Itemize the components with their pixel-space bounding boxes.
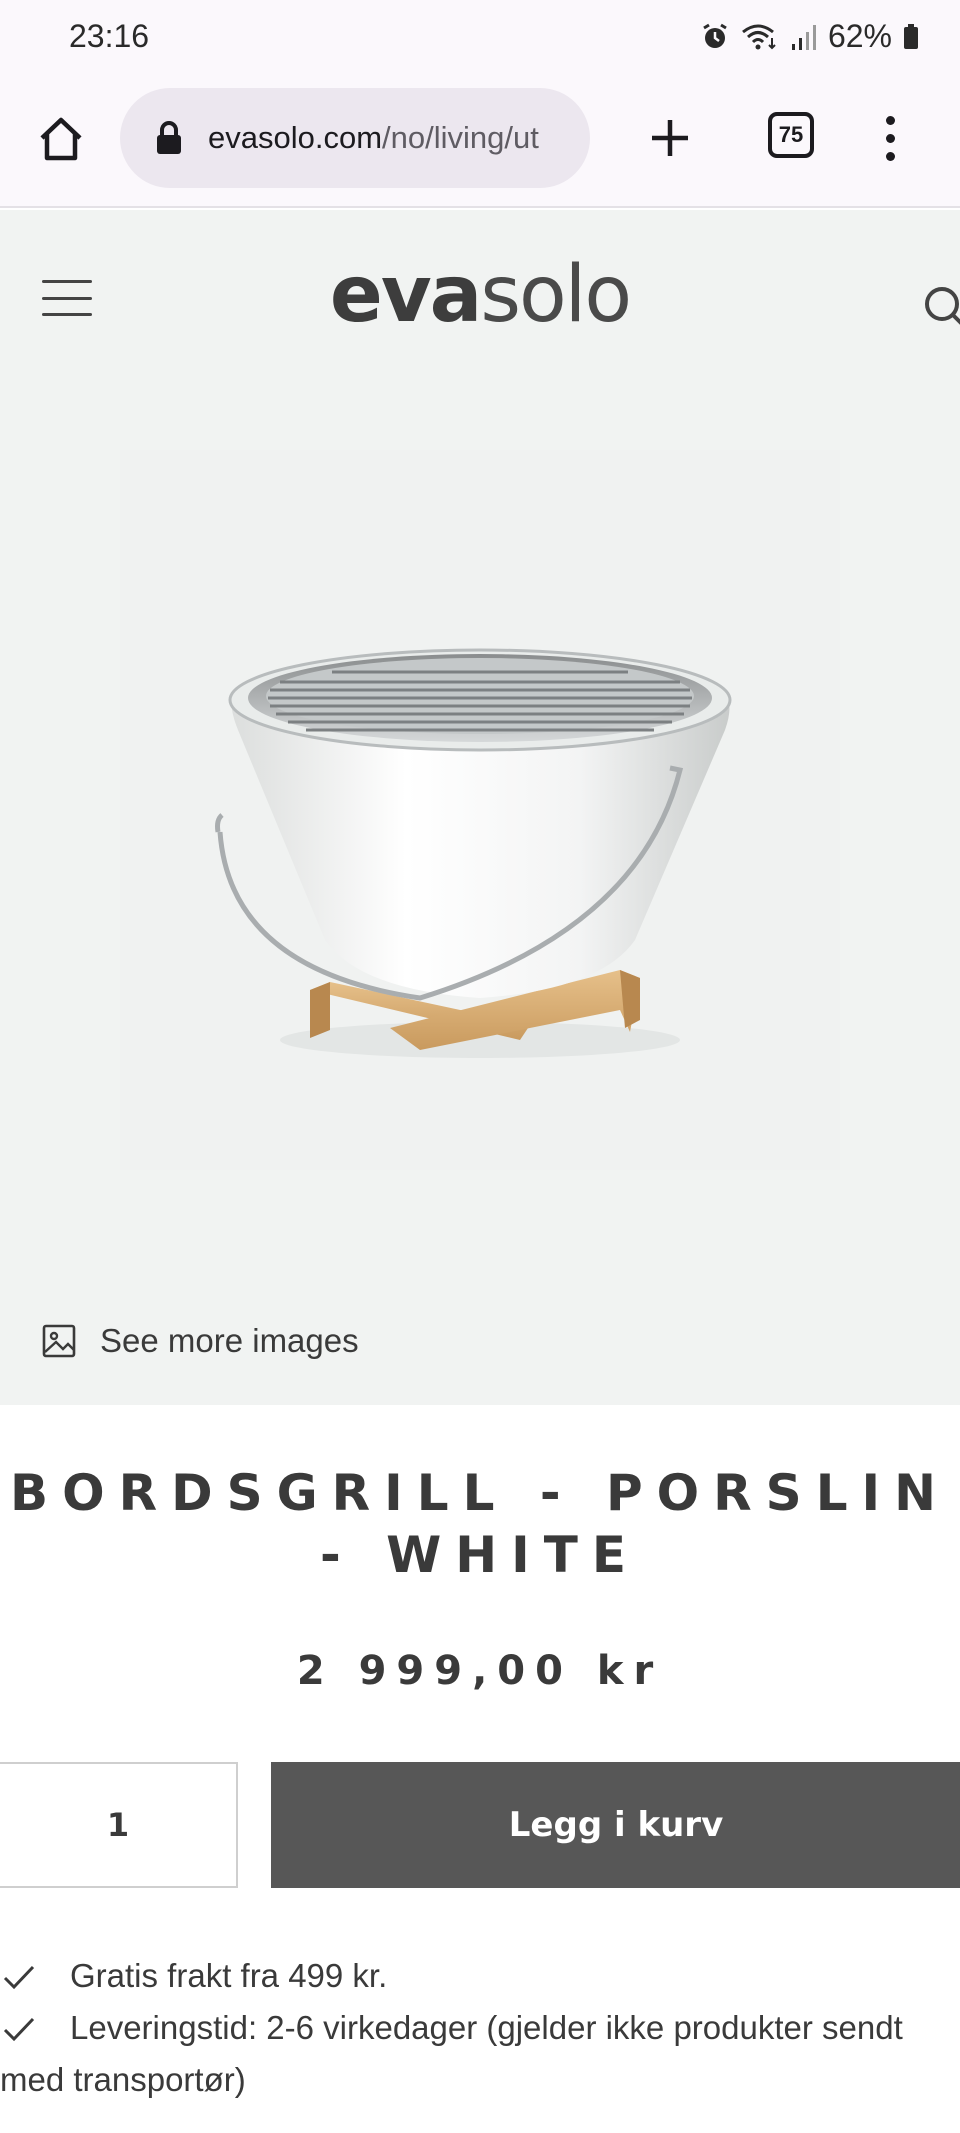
address-bar[interactable]: evasolo.com/no/living/ut <box>120 88 590 188</box>
status-icons: 62% <box>700 18 920 55</box>
battery-percent: 62% <box>827 18 892 54</box>
status-time: 23:16 <box>69 18 150 54</box>
product-title-line2: - WHITE <box>319 1526 641 1584</box>
wifi-icon <box>742 24 776 49</box>
image-icon <box>42 1324 76 1358</box>
signal-icon <box>791 24 816 50</box>
product-image[interactable] <box>120 450 840 1170</box>
usp-item: Gratis frakt fra 499 kr. <box>0 1950 960 2002</box>
url-path: /no/living/ut <box>382 120 539 155</box>
check-icon <box>3 1965 35 1990</box>
lock-icon <box>157 121 181 154</box>
add-to-cart-button[interactable]: Legg i kurv <box>271 1762 960 1888</box>
product-title-line1: BORDSGRILL - PORSLIN <box>9 1464 951 1522</box>
usp-text: Leveringstid: 2-6 virkedager (gjelder ik… <box>0 2009 903 2098</box>
see-more-images-link[interactable]: See more images <box>42 1322 359 1360</box>
url-text: evasolo.com/no/living/ut <box>208 120 539 156</box>
battery-icon <box>904 23 918 49</box>
quantity-input[interactable]: 1 <box>0 1762 238 1888</box>
search-icon[interactable] <box>922 276 960 336</box>
product-price: 2 999,00 kr <box>296 1648 664 1694</box>
check-icon <box>3 2017 35 2042</box>
site-logo[interactable]: evasolo <box>0 250 960 340</box>
alarm-icon <box>703 23 727 48</box>
product-title: BORDSGRILL - PORSLIN - WHITE <box>0 1462 960 1586</box>
usp-text: Gratis frakt fra 499 kr. <box>70 1957 388 1994</box>
browser-toolbar: evasolo.com/no/living/ut 75 <box>0 78 960 208</box>
hero-section: evasolo See more images <box>0 210 960 1405</box>
see-more-label: See more images <box>100 1322 359 1359</box>
url-domain: evasolo.com <box>208 120 383 155</box>
home-icon <box>40 117 82 161</box>
usp-item: Leveringstid: 2-6 virkedager (gjelder ik… <box>0 2002 960 2106</box>
home-button[interactable] <box>30 108 92 170</box>
browser-menu-button[interactable] <box>870 108 910 168</box>
usp-list: Gratis frakt fra 499 kr. Leveringstid: 2… <box>0 1950 960 2106</box>
new-tab-button[interactable] <box>640 108 700 168</box>
plus-icon <box>652 120 688 156</box>
tab-switcher-button[interactable]: 75 <box>768 112 814 158</box>
status-bar: 23:16 62% <box>0 0 960 78</box>
